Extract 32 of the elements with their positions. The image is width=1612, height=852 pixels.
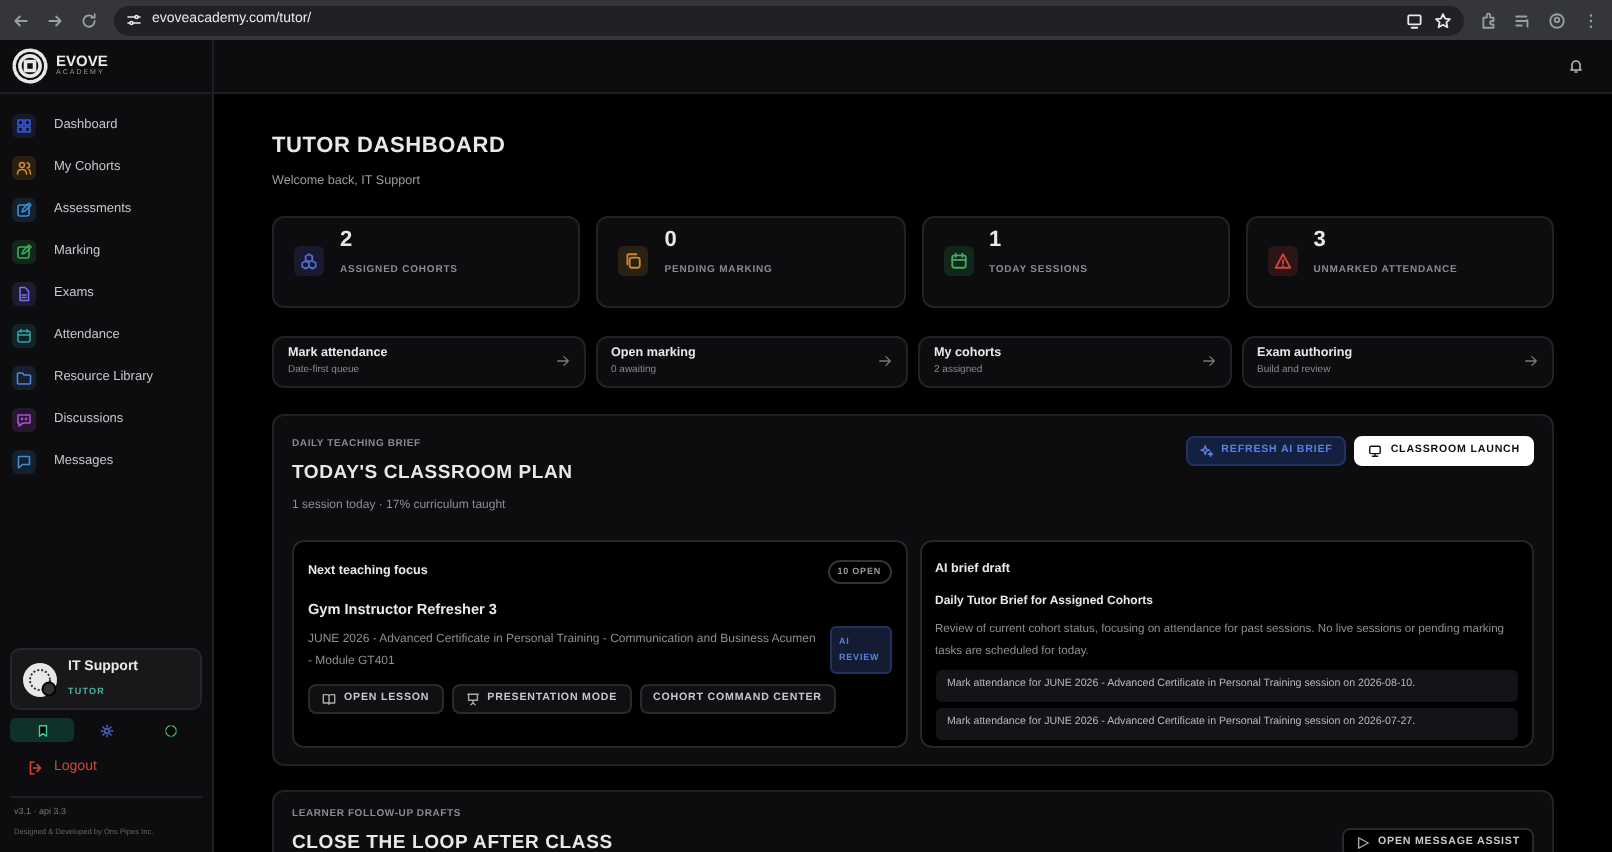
- bookmark-button[interactable]: [10, 718, 74, 743]
- gear-icon: [99, 723, 113, 738]
- arrow-right-icon: [1524, 354, 1538, 369]
- profile-icon[interactable]: [1548, 11, 1566, 29]
- bell-icon[interactable]: [1568, 58, 1584, 74]
- site-info-icon[interactable]: [126, 12, 142, 28]
- presentation-icon: [465, 691, 480, 706]
- arrow-right-icon: [878, 354, 892, 369]
- arrow-right-icon: [555, 354, 569, 369]
- book-icon: [322, 691, 336, 706]
- reload-icon[interactable]: [80, 11, 98, 29]
- arrow-right-icon: [1201, 354, 1215, 369]
- avatar-icon: [22, 661, 58, 698]
- stat-value: 2: [340, 229, 355, 252]
- monitor-icon: [1368, 443, 1383, 458]
- media-icon[interactable]: [1514, 11, 1532, 29]
- page-title: TUTOR DASHBOARD: [272, 132, 508, 162]
- bookmark-icon: [35, 723, 49, 738]
- logo-icon[interactable]: [12, 48, 48, 84]
- section-title: TODAY'S CLASSROOM PLAN: [292, 460, 573, 489]
- bookmark-star-icon[interactable]: [1434, 11, 1452, 29]
- sparkle-icon: [1199, 443, 1214, 458]
- back-icon[interactable]: [12, 11, 30, 29]
- extensions-icon[interactable]: [1480, 11, 1498, 29]
- stat-value: 3: [1313, 229, 1328, 252]
- forward-icon[interactable]: [46, 11, 64, 29]
- send-icon: [1356, 836, 1371, 851]
- logout-icon: [28, 760, 44, 777]
- stat-value: 0: [664, 229, 679, 252]
- install-icon[interactable]: [1406, 11, 1424, 29]
- section-title: CLOSE THE LOOP AFTER CLASS: [292, 830, 613, 852]
- stat-value: 1: [989, 229, 1004, 252]
